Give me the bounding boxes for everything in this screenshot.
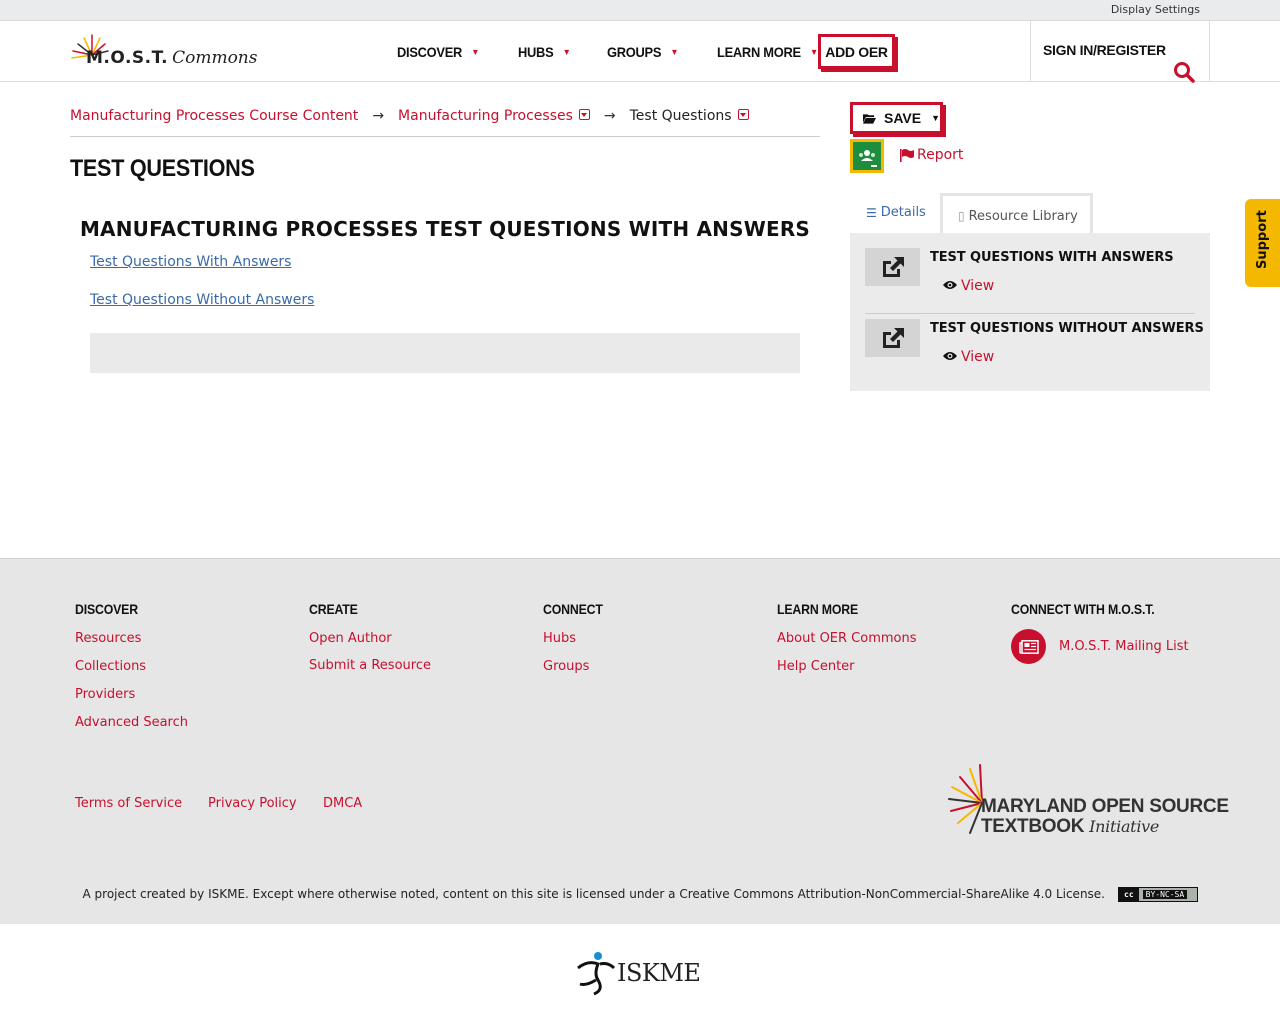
iskme-text: ISKME	[617, 959, 701, 987]
footer-link-about-oer-commons[interactable]: About OER Commons	[777, 631, 917, 646]
resource-tabs: ☰ Details ▯ Resource Library	[850, 193, 1210, 234]
content-heading: MANUFACTURING PROCESSES TEST QUESTIONS W…	[79, 217, 811, 241]
footer-heading: DISCOVER	[75, 601, 138, 617]
dropdown-toggle-icon[interactable]	[578, 109, 590, 120]
footer-link-resources[interactable]: Resources	[75, 631, 188, 646]
footer-link-providers[interactable]: Providers	[75, 687, 188, 702]
external-link-icon[interactable]	[865, 248, 920, 286]
mailing-list-link[interactable]: M.O.S.T. Mailing List	[1059, 639, 1189, 654]
view-link[interactable]: View	[943, 278, 994, 294]
support-label: Support	[1255, 210, 1270, 269]
resource-library-panel: TEST QUESTIONS WITH ANSWERS View TEST QU…	[850, 233, 1210, 391]
nav-hubs[interactable]: HUBS ▼	[518, 44, 571, 60]
save-label: SAVE	[883, 110, 922, 126]
tab-details-label: Details	[880, 205, 926, 220]
dmca-link[interactable]: DMCA	[323, 796, 362, 811]
view-label: View	[961, 278, 995, 294]
header-divider	[1209, 21, 1210, 82]
report-label: Report	[917, 147, 964, 163]
nav-groups[interactable]: GROUPS ▼	[607, 44, 679, 60]
test-questions-with-answers-link[interactable]: Test Questions With Answers	[90, 254, 291, 270]
report-link[interactable]: Report	[900, 147, 963, 163]
footer-heading: CREATE	[309, 601, 358, 617]
footer-create: CREATE Open Author Submit a Resource	[309, 601, 431, 685]
page-title: TEST QUESTIONS	[70, 155, 255, 182]
google-classroom-button[interactable]	[850, 139, 884, 173]
eye-icon	[943, 349, 957, 365]
tab-resource-library-label: Resource Library	[968, 208, 1078, 224]
breadcrumb: Manufacturing Processes Course Content →…	[70, 108, 820, 137]
content-footer-box	[90, 333, 800, 373]
library-item: TEST QUESTIONS WITH ANSWERS View	[865, 248, 1195, 314]
eye-icon	[943, 278, 957, 294]
main-nav: DISCOVER ▼ HUBS ▼ GROUPS ▼ LEARN MORE ▼	[397, 21, 859, 82]
book-icon: ▯	[958, 209, 965, 223]
iskme-figure-icon	[577, 952, 616, 996]
search-icon	[1174, 62, 1195, 83]
add-oer-button[interactable]: ADD OER	[818, 34, 895, 69]
footer-link-collections[interactable]: Collections	[75, 659, 188, 674]
test-questions-without-answers-link[interactable]: Test Questions Without Answers	[90, 292, 314, 308]
tab-resource-library[interactable]: ▯ Resource Library	[940, 193, 1093, 234]
chevron-down-icon: ▼	[471, 46, 480, 57]
footer-heading: LEARN MORE	[777, 601, 859, 617]
breadcrumb-course-content[interactable]: Manufacturing Processes Course Content	[70, 108, 358, 124]
caret-down-icon: ▼	[931, 113, 940, 123]
google-classroom-icon	[859, 150, 877, 167]
external-link-icon[interactable]	[865, 319, 920, 357]
breadcrumb-separator: →	[372, 108, 385, 124]
library-item-title: TEST QUESTIONS WITH ANSWERS	[930, 250, 1174, 265]
footer-link-advanced-search[interactable]: Advanced Search	[75, 715, 188, 730]
mosti-logo[interactable]: MARYLAND OPEN SOURCE TEXTBOOK Initiative	[948, 763, 1229, 839]
tab-details[interactable]: ☰ Details	[866, 205, 926, 220]
footer-learn-more: LEARN MORE About OER Commons Help Center	[777, 601, 917, 687]
breadcrumb-current: Test Questions	[629, 108, 732, 124]
mailing-list-row: M.O.S.T. Mailing List	[1011, 629, 1189, 664]
search-button[interactable]	[1173, 61, 1195, 83]
footer-link-groups[interactable]: Groups	[543, 659, 611, 674]
footer-connect-with: CONNECT WITH M.O.S.T. M.O.S.T. Mailing L…	[1011, 601, 1189, 664]
mosti-logo-text: MARYLAND OPEN SOURCE TEXTBOOK Initiative	[981, 796, 1229, 837]
flag-icon	[900, 148, 914, 162]
chevron-down-icon: ▼	[670, 46, 679, 57]
breadcrumb-manufacturing-processes[interactable]: Manufacturing Processes	[398, 108, 573, 124]
dropdown-toggle-icon[interactable]	[737, 109, 749, 120]
cc-license-badge[interactable]: cc BY-NC-SA	[1118, 887, 1198, 902]
breadcrumb-separator: →	[603, 108, 616, 124]
footer-heading: CONNECT WITH M.O.S.T.	[1011, 601, 1155, 617]
logo-text: M.O.S.T. Commons	[86, 48, 258, 68]
header-divider	[1030, 21, 1031, 82]
nav-discover[interactable]: DISCOVER ▼	[397, 44, 479, 60]
most-commons-logo[interactable]: M.O.S.T. Commons	[70, 31, 258, 75]
view-link[interactable]: View	[943, 349, 994, 365]
support-tab[interactable]: Support	[1245, 199, 1280, 287]
chevron-down-icon: ▼	[809, 46, 818, 57]
library-item-title: TEST QUESTIONS WITHOUT ANSWERS	[930, 321, 1204, 336]
sunburst-icon	[948, 764, 983, 834]
site-header: M.O.S.T. Commons DISCOVER ▼ HUBS ▼ GROUPS ▼ …	[0, 21, 1280, 83]
save-button[interactable]: SAVE ▼	[850, 102, 943, 134]
newspaper-icon[interactable]	[1011, 629, 1046, 664]
privacy-policy-link[interactable]: Privacy Policy	[208, 796, 297, 811]
iskme-logo[interactable]: ISKME	[574, 950, 704, 998]
top-bar: Display Settings	[0, 0, 1280, 21]
view-label: View	[961, 349, 995, 365]
display-settings-link[interactable]: Display Settings	[1111, 3, 1200, 16]
footer-connect: CONNECT Hubs Groups	[543, 601, 611, 687]
footer-heading: CONNECT	[543, 601, 603, 617]
chevron-down-icon: ▼	[562, 46, 571, 57]
site-footer: DISCOVER Resources Collections Providers…	[0, 558, 1280, 924]
sign-in-register-link[interactable]: SIGN IN/REGISTER	[1043, 42, 1166, 58]
footer-link-open-author[interactable]: Open Author	[309, 631, 431, 646]
terms-of-service-link[interactable]: Terms of Service	[75, 796, 182, 811]
footer-link-hubs[interactable]: Hubs	[543, 631, 611, 646]
nav-learn-more[interactable]: LEARN MORE ▼	[717, 44, 818, 60]
footer-link-help-center[interactable]: Help Center	[777, 659, 917, 674]
library-item: TEST QUESTIONS WITHOUT ANSWERS View	[865, 319, 1204, 385]
list-icon: ☰	[866, 205, 877, 220]
footer-discover: DISCOVER Resources Collections Providers…	[75, 601, 188, 743]
license-text: A project created by ISKME. Except where…	[82, 887, 1105, 901]
folder-open-icon	[863, 113, 876, 124]
footer-link-submit-resource[interactable]: Submit a Resource	[309, 658, 431, 673]
